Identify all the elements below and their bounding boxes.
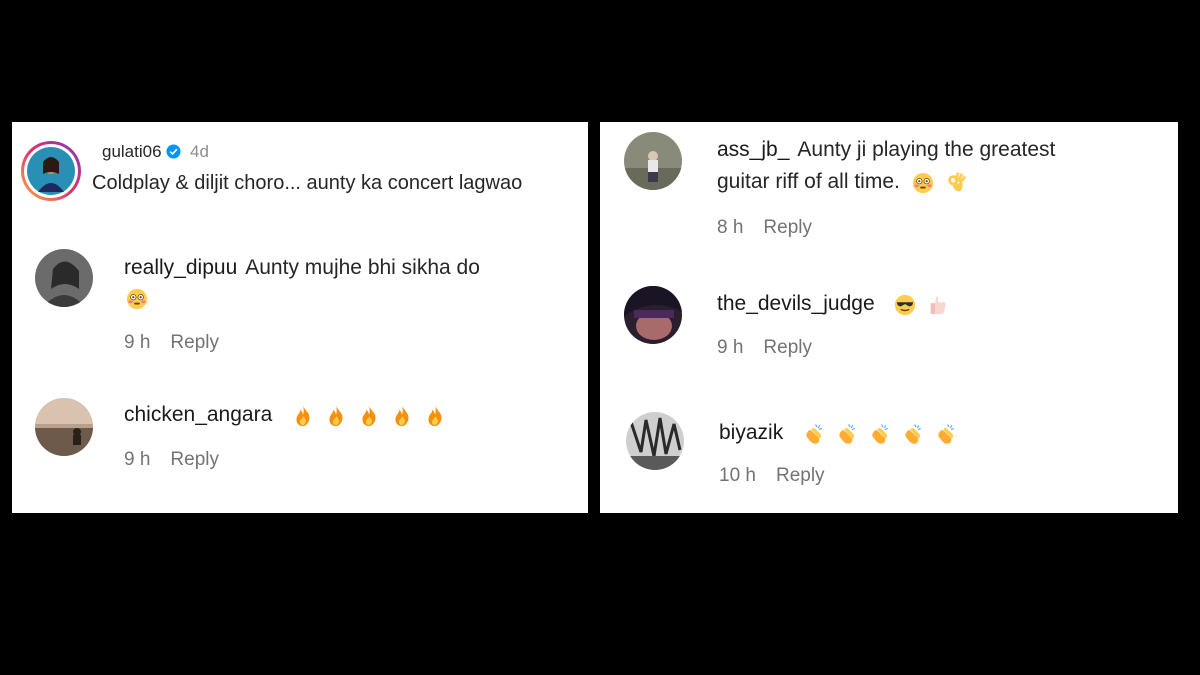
- clapping-hands-icon: [902, 422, 924, 446]
- sunglasses-face-icon: [894, 293, 916, 317]
- comments-panel-right: ass_jb_ Aunty ji playing the greatest gui…: [600, 122, 1178, 513]
- comment-time: 8 h: [717, 217, 744, 238]
- ok-hand-icon: [945, 171, 967, 195]
- clapping-hands-icon: [935, 422, 957, 446]
- comment-username[interactable]: the_devils_judge: [717, 292, 875, 315]
- verified-badge-icon: [166, 144, 181, 159]
- post-username[interactable]: gulati06: [102, 142, 162, 161]
- reply-button[interactable]: Reply: [170, 332, 219, 353]
- comment-username[interactable]: biyazik: [719, 421, 783, 444]
- comment-meta: 8 h Reply: [717, 217, 812, 239]
- flushed-face-icon: [912, 171, 934, 195]
- comment-text-continued: guitar riff of all time.: [717, 170, 900, 193]
- comment-meta: 9 h Reply: [124, 332, 219, 354]
- comment-text: Aunty mujhe bhi sikha do: [245, 256, 480, 279]
- avatar-biyazik[interactable]: [626, 412, 684, 470]
- fire-icon: [292, 404, 314, 428]
- comment-username[interactable]: really_dipuu: [124, 256, 237, 279]
- comment-username[interactable]: chicken_angara: [124, 403, 272, 426]
- clapping-hands-icon: [803, 422, 825, 446]
- fire-icon: [391, 404, 413, 428]
- emoji-group: [292, 400, 457, 430]
- comment-emoji-row: [126, 284, 159, 314]
- comment-biyazik: biyazik: [719, 418, 968, 448]
- reply-button[interactable]: Reply: [763, 217, 812, 238]
- comment-text: Aunty ji playing the greatest: [797, 138, 1056, 161]
- thumbs-up-icon: [927, 293, 949, 317]
- comment-meta: 9 h Reply: [124, 449, 219, 471]
- avatar-the-devils-judge[interactable]: [624, 286, 682, 344]
- comment-meta: 9 h Reply: [717, 337, 812, 359]
- comment-time: 9 h: [124, 332, 151, 353]
- comment-time: 9 h: [124, 449, 151, 470]
- clapping-hands-icon: [869, 422, 891, 446]
- fire-icon: [358, 404, 380, 428]
- emoji-group: [894, 289, 960, 319]
- fire-icon: [424, 404, 446, 428]
- flushed-face-icon: [126, 287, 148, 311]
- comment-ass-jb: ass_jb_ Aunty ji playing the greatest: [717, 135, 1055, 165]
- comment-username[interactable]: ass_jb_: [717, 138, 789, 161]
- fire-icon: [325, 404, 347, 428]
- avatar-ass-jb[interactable]: [624, 132, 682, 190]
- avatar-really-dipuu[interactable]: [35, 249, 93, 307]
- emoji-group: [803, 418, 968, 448]
- post-header: gulati06 4d: [102, 142, 209, 162]
- comment-meta: 10 h Reply: [719, 465, 825, 487]
- comment-chicken-angara: chicken_angara: [124, 400, 457, 430]
- reply-button[interactable]: Reply: [763, 337, 812, 358]
- reply-button[interactable]: Reply: [170, 449, 219, 470]
- comment-the-devils-judge: the_devils_judge: [717, 289, 960, 319]
- comments-panel-left: gulati06 4d Coldplay & diljit choro... a…: [12, 122, 588, 513]
- comment-really-dipuu: really_dipuu Aunty mujhe bhi sikha do: [124, 253, 480, 283]
- post-caption: Coldplay & diljit choro... aunty ka conc…: [92, 172, 523, 194]
- clapping-hands-icon: [836, 422, 858, 446]
- avatar-chicken-angara[interactable]: [35, 398, 93, 456]
- reply-button[interactable]: Reply: [776, 465, 825, 486]
- comment-ass-jb-line2: guitar riff of all time.: [717, 167, 978, 197]
- post-avatar[interactable]: [20, 140, 82, 202]
- post-time: 4d: [190, 142, 209, 161]
- emoji-group: [912, 167, 978, 197]
- comment-time: 10 h: [719, 465, 756, 486]
- comment-time: 9 h: [717, 337, 744, 358]
